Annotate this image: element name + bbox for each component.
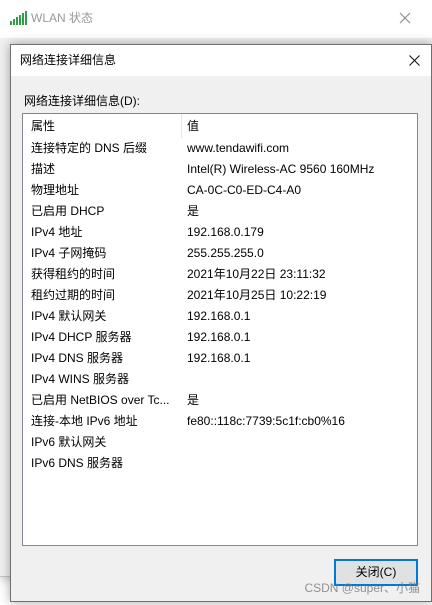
value-cell <box>182 369 417 390</box>
property-cell: IPv4 WINS 服务器 <box>31 372 130 386</box>
list-row[interactable]: IPv4 地址 192.168.0.179 <box>23 222 417 243</box>
list-row[interactable]: 获得租约的时间 2021年10月22日 23:11:32 <box>23 264 417 285</box>
dialog-title: 网络连接详细信息 <box>20 53 117 67</box>
list-row[interactable]: IPv4 子网掩码 255.255.255.0 <box>23 243 417 264</box>
value-cell: 192.168.0.1 <box>187 309 251 323</box>
property-cell: IPv6 DNS 服务器 <box>31 456 124 470</box>
watermark: CSDN @super、小猫 <box>304 581 420 595</box>
value-cell: 255.255.255.0 <box>187 246 264 260</box>
property-cell: IPv4 DNS 服务器 <box>31 351 124 365</box>
value-cell: 192.168.0.1 <box>187 351 251 365</box>
property-cell: IPv4 子网掩码 <box>31 246 107 260</box>
wlan-status-titlebar: WLAN 状态 <box>0 0 432 38</box>
value-cell: www.tendawifi.com <box>187 141 290 155</box>
list-row[interactable]: 连接-本地 IPv6 地址 fe80::118c:7739:5c1f:cb0%16 <box>23 411 417 432</box>
list-row[interactable]: IPv4 默认网关 192.168.0.1 <box>23 306 417 327</box>
property-cell: 连接特定的 DNS 后缀 <box>31 141 148 155</box>
list-row[interactable]: 物理地址 CA-0C-C0-ED-C4-A0 <box>23 180 417 201</box>
value-cell <box>182 432 417 453</box>
property-cell: 描述 <box>31 162 56 176</box>
details-list[interactable]: 属性 值 连接特定的 DNS 后缀 www.tendawifi.com 描述 Int… <box>22 113 418 546</box>
close-icon[interactable] <box>409 55 420 66</box>
list-row[interactable]: 租约过期的时间 2021年10月25日 10:22:19 <box>23 285 417 306</box>
property-cell: IPv4 默认网关 <box>31 309 107 323</box>
property-cell: 物理地址 <box>31 183 80 197</box>
value-cell: 2021年10月22日 23:11:32 <box>187 267 326 281</box>
network-details-dialog: 网络连接详细信息 网络连接详细信息(D): 属性 值 连接特定的 DNS 后缀 w… <box>10 44 432 602</box>
value-cell: 是 <box>187 393 200 407</box>
list-row[interactable]: IPv4 DNS 服务器 192.168.0.1 <box>23 348 417 369</box>
details-list-label: 网络连接详细信息(D): <box>24 94 140 108</box>
list-row[interactable]: IPv4 DHCP 服务器 192.168.0.1 <box>23 327 417 348</box>
value-cell: Intel(R) Wireless-AC 9560 160MHz <box>187 162 375 176</box>
list-row[interactable]: IPv4 WINS 服务器 <box>23 369 417 390</box>
property-cell: IPv4 DHCP 服务器 <box>31 330 132 344</box>
property-cell: IPv6 默认网关 <box>31 435 107 449</box>
list-row[interactable]: 已启用 NetBIOS over Tc... 是 <box>23 390 417 411</box>
property-cell: IPv4 地址 <box>31 225 83 239</box>
dialog-titlebar: 网络连接详细信息 <box>11 45 431 76</box>
property-cell: 获得租约的时间 <box>31 267 116 281</box>
list-row[interactable]: 描述 Intel(R) Wireless-AC 9560 160MHz <box>23 159 417 180</box>
value-cell: 是 <box>187 204 200 218</box>
value-cell: 192.168.0.1 <box>187 330 251 344</box>
property-cell: 已启用 DHCP <box>31 204 105 218</box>
list-row[interactable]: 已启用 DHCP 是 <box>23 201 417 222</box>
wlan-status-title: WLAN 状态 <box>31 11 94 25</box>
property-cell: 连接-本地 IPv6 地址 <box>31 414 138 428</box>
close-icon[interactable] <box>399 12 411 24</box>
value-cell <box>182 453 417 474</box>
column-header-property[interactable]: 属性 <box>23 114 182 138</box>
value-cell: fe80::118c:7739:5c1f:cb0%16 <box>187 414 345 428</box>
value-cell: CA-0C-C0-ED-C4-A0 <box>187 183 302 197</box>
column-header-value[interactable]: 值 <box>182 114 417 138</box>
property-cell: 已启用 NetBIOS over Tc... <box>31 393 170 407</box>
wifi-signal-icon <box>10 11 27 25</box>
list-row[interactable]: IPv6 DNS 服务器 <box>23 453 417 474</box>
value-cell: 2021年10月25日 10:22:19 <box>187 288 327 302</box>
list-header: 属性 值 <box>23 114 417 138</box>
list-row[interactable]: IPv6 默认网关 <box>23 432 417 453</box>
property-cell: 租约过期的时间 <box>31 288 116 302</box>
list-row[interactable]: 连接特定的 DNS 后缀 www.tendawifi.com <box>23 138 417 159</box>
value-cell: 192.168.0.179 <box>187 225 264 239</box>
